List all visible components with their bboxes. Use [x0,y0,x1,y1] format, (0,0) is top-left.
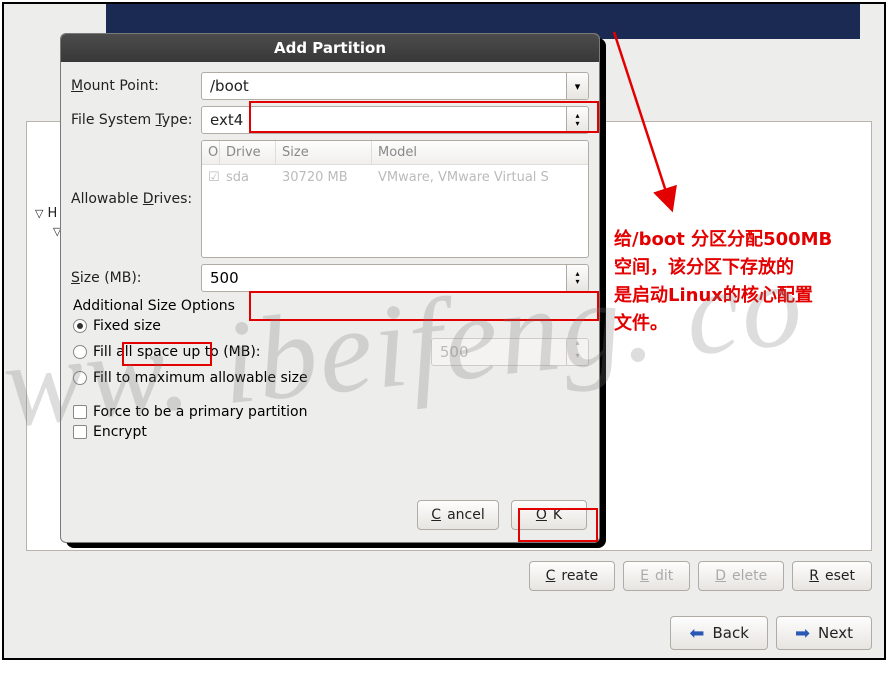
radio-icon [73,371,87,385]
tree-label: H [47,206,57,221]
cancel-button[interactable]: Cancel [417,500,499,530]
size-label: Size (MB): [71,270,201,286]
annotation-text: 给/boot 分区分配500MB 空间，该分区下存放的 是启动Linux的核心配… [614,226,870,338]
delete-button[interactable]: Delete [698,561,784,591]
fs-type-combo[interactable]: ext4 ▴▾ [201,106,589,134]
allowable-drives-list[interactable]: O Drive Size Model ☑ sda 30720 MB VMware… [201,140,589,258]
combo-spin-icon[interactable]: ▴▾ [566,107,588,133]
dialog-title: Add Partition [61,34,599,62]
size-spin-icon[interactable]: ▴▾ [566,265,588,291]
fill-max-radio[interactable]: Fill to maximum allowable size [73,370,589,386]
size-input[interactable]: ▴▾ [201,264,589,292]
fill-up-to-radio[interactable]: Fill all space up to (MB): [73,344,289,360]
arrow-right-icon: ➡ [795,623,810,644]
encrypt-checkbox[interactable]: Encrypt [73,424,589,440]
checkbox-icon [73,425,87,439]
checkbox-icon [73,405,87,419]
drive-row[interactable]: ☑ sda 30720 MB VMware, VMware Virtual S [202,165,588,189]
create-button[interactable]: Create [529,561,616,591]
add-partition-dialog: Add Partition Mount Point: /boot ▾ File … [60,33,600,543]
size-field[interactable] [202,265,566,291]
wizard-nav: ⬅ Back ➡ Next [670,616,872,650]
radio-icon [73,319,87,333]
edit-button[interactable]: Edit [623,561,690,591]
spin-icon: ▴▾ [566,339,588,365]
back-button[interactable]: ⬅ Back [670,616,768,650]
reset-button[interactable]: Reset [792,561,872,591]
arrow-left-icon: ⬅ [689,623,704,644]
fixed-size-radio[interactable]: Fixed size [73,318,589,334]
panel-button-bar: Create Edit Delete Reset [26,561,872,591]
fill-up-to-spin: 500 ▴▾ [431,338,589,366]
primary-checkbox[interactable]: Force to be a primary partition [73,404,589,420]
next-button[interactable]: ➡ Next [776,616,872,650]
tree-expander-icon[interactable]: ▽ [35,207,43,220]
mount-point-label: Mount Point: [71,78,201,94]
drive-checkbox[interactable]: ☑ [202,170,220,185]
drives-header: O Drive Size Model [202,141,588,165]
mount-point-combo[interactable]: /boot ▾ [201,72,589,100]
additional-size-label: Additional Size Options [73,298,589,314]
chevron-down-icon[interactable]: ▾ [566,73,588,99]
allowable-drives-label: Allowable Drives: [71,191,201,207]
radio-icon [73,345,87,359]
fs-type-label: File System Type: [71,112,201,128]
ok-button[interactable]: OK [511,500,587,530]
